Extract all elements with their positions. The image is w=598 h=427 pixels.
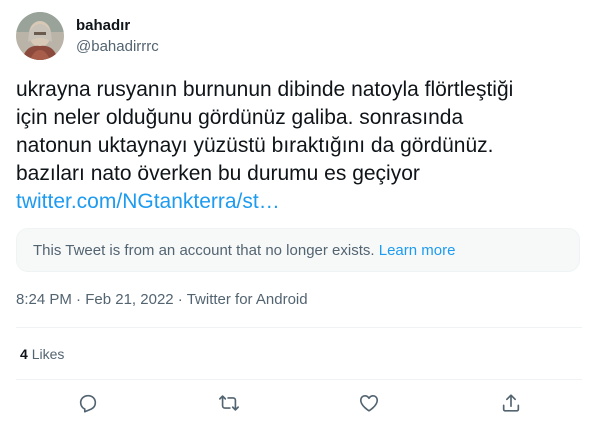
tweet-text-line: ukrayna rusyanın burnunun dibinde natoyl… xyxy=(16,78,514,101)
tweet-source[interactable]: Twitter for Android xyxy=(187,291,308,308)
meta-separator: · xyxy=(177,291,183,308)
tweet-link[interactable]: twitter.com/NGtankterra/st… xyxy=(16,188,576,216)
tweet-card: bahadır @bahadirrrc ukrayna rusyanın bur… xyxy=(0,0,598,427)
unavailable-tweet-notice: This Tweet is from an account that no lo… xyxy=(16,228,580,272)
divider xyxy=(16,327,582,328)
action-bar xyxy=(16,382,582,426)
tweet-text-line: için neler olduğunu gördünüz galiba. son… xyxy=(16,106,464,129)
tweet-text-line: natonun uktaynayı yüzüstü bıraktığını da… xyxy=(16,134,494,157)
meta-separator: · xyxy=(76,291,82,308)
avatar[interactable] xyxy=(16,12,64,60)
learn-more-link[interactable]: Learn more xyxy=(379,242,456,259)
tweet-text: ukrayna rusyanın burnunun dibinde natoyl… xyxy=(16,76,576,216)
likes-label: Likes xyxy=(31,346,65,362)
tweet-date[interactable]: Feb 21, 2022 xyxy=(85,291,173,308)
likes-number: 4 xyxy=(20,346,28,362)
reply-icon[interactable] xyxy=(77,392,99,414)
tweet-time[interactable]: 8:24 PM xyxy=(16,291,72,308)
tweet-meta: 8:24 PM · Feb 21, 2022 · Twitter for And… xyxy=(16,290,308,310)
like-icon[interactable] xyxy=(358,392,380,414)
author-display-name[interactable]: bahadır xyxy=(76,16,130,36)
notice-text: This Tweet is from an account that no lo… xyxy=(33,242,375,259)
share-icon[interactable] xyxy=(500,392,522,414)
tweet-text-line: bazıları nato överken bu durumu es geçiy… xyxy=(16,162,420,185)
author-handle[interactable]: @bahadirrrc xyxy=(76,37,159,57)
retweet-icon[interactable] xyxy=(218,392,240,414)
likes-count[interactable]: 4 Likes xyxy=(20,344,64,364)
divider xyxy=(16,379,582,380)
